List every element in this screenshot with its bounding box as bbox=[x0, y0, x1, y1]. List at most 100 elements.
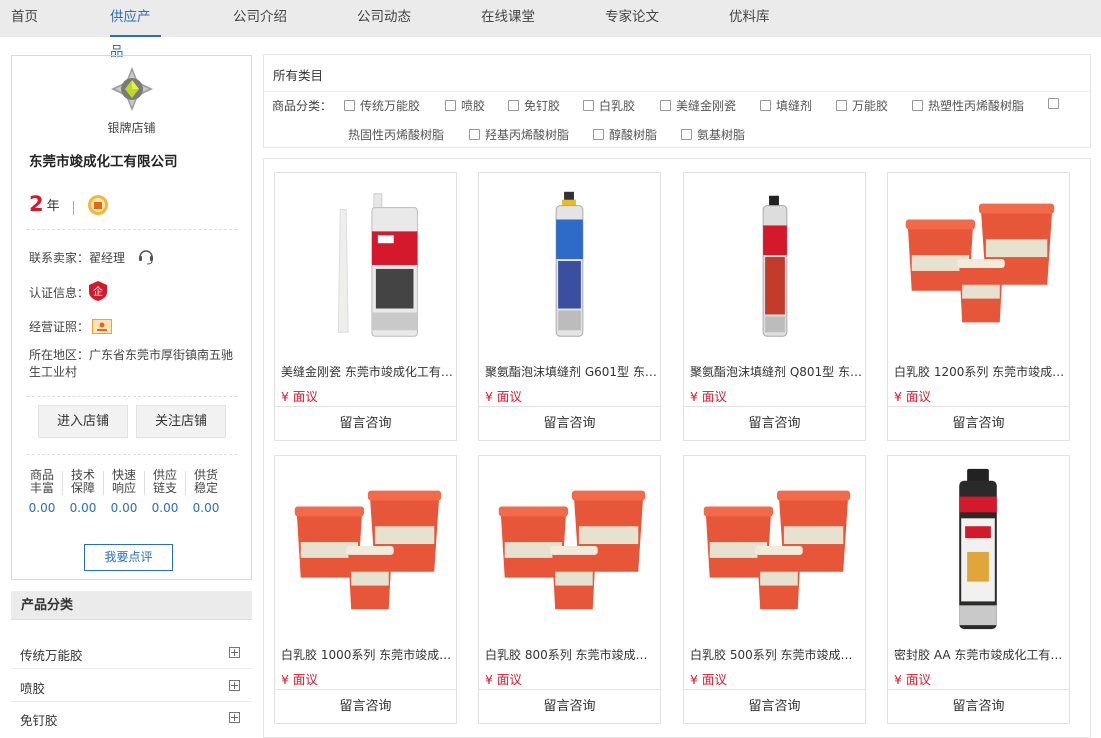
product-image-cartridge[interactable] bbox=[275, 173, 456, 355]
nav-home[interactable]: 首页 bbox=[11, 0, 38, 37]
product-image-buckets[interactable] bbox=[275, 456, 456, 638]
contact-name[interactable]: 翟经理 bbox=[89, 251, 125, 265]
product-title[interactable]: 白乳胶 1200系列 东莞市竣成化工有限公司 bbox=[894, 363, 1066, 380]
product-title[interactable]: 白乳胶 1000系列 东莞市竣成化工有限公司 bbox=[281, 646, 453, 663]
expand-plus-icon[interactable]: + bbox=[229, 647, 240, 658]
filter-option[interactable]: 氨基树脂 bbox=[681, 126, 745, 143]
filter-option[interactable]: 喷胶 bbox=[445, 97, 485, 114]
filter-option[interactable]: 醇酸树脂 bbox=[593, 126, 657, 143]
enterprise-cert-icon[interactable]: 企 bbox=[88, 280, 108, 302]
contact-row: 联系卖家：翟经理 bbox=[29, 249, 125, 266]
filter-option[interactable]: 热固性丙烯酸树脂 bbox=[348, 126, 444, 143]
checkbox[interactable] bbox=[593, 129, 604, 140]
nav-products[interactable]: 供应产品 bbox=[110, 0, 161, 60]
divider bbox=[144, 471, 145, 495]
nav-papers[interactable]: 专家论文 bbox=[605, 0, 659, 37]
inquiry-button[interactable]: 留言咨询 bbox=[479, 406, 660, 440]
expand-plus-icon[interactable]: + bbox=[229, 712, 240, 723]
product-image-spray-can[interactable] bbox=[888, 456, 1069, 638]
filter-option[interactable]: 万能胶 bbox=[836, 97, 888, 114]
product-price: ¥ 面议 bbox=[894, 672, 931, 687]
inquiry-button[interactable]: 留言咨询 bbox=[888, 689, 1069, 723]
filter-option[interactable]: 填缝剂 bbox=[760, 97, 812, 114]
metric-item: 技术 保障 0.00 bbox=[66, 469, 100, 515]
product-card[interactable]: 白乳胶 800系列 东莞市竣成化工有限公司 ¥ 面议 留言咨询 bbox=[478, 455, 661, 724]
inquiry-button[interactable]: 留言咨询 bbox=[479, 689, 660, 723]
merchant-badge-icon bbox=[88, 195, 108, 215]
category-label[interactable]: 免钉胶 bbox=[20, 710, 58, 729]
product-card[interactable]: 白乳胶 1000系列 东莞市竣成化工有限公司 ¥ 面议 留言咨询 bbox=[274, 455, 457, 724]
checkbox[interactable] bbox=[469, 129, 480, 140]
product-title[interactable]: 美缝金刚瓷 东莞市竣成化工有限公司 bbox=[281, 363, 453, 380]
product-price: ¥ 面议 bbox=[690, 389, 727, 404]
shop-level-label: 银牌店铺 bbox=[107, 121, 156, 135]
license-row: 经营证照： bbox=[29, 318, 89, 335]
inquiry-button[interactable]: 留言咨询 bbox=[888, 406, 1069, 440]
product-card[interactable]: 聚氨酯泡沫填缝剂 Q801型 东莞市竣成化工有限公司 ¥ 面议 留言咨询 bbox=[683, 172, 866, 441]
product-title[interactable]: 白乳胶 800系列 东莞市竣成化工有限公司 bbox=[485, 646, 657, 663]
checkbox[interactable] bbox=[760, 100, 771, 111]
cert-row: 认证信息： bbox=[29, 284, 89, 301]
checkbox[interactable] bbox=[836, 100, 847, 111]
filter-option[interactable]: 羟基丙烯酸树脂 bbox=[469, 126, 569, 143]
product-title[interactable]: 聚氨酯泡沫填缝剂 G601型 东莞市竣成化工有限公司 bbox=[485, 363, 657, 380]
metric-value: 0.00 bbox=[151, 501, 179, 515]
checkbox[interactable] bbox=[344, 100, 355, 111]
nav-about[interactable]: 公司介绍 bbox=[233, 0, 287, 37]
checkbox[interactable] bbox=[445, 100, 456, 111]
follow-shop-button[interactable]: 关注店铺 bbox=[136, 405, 226, 438]
product-price: ¥ 面议 bbox=[485, 389, 522, 404]
nav-courses[interactable]: 在线课堂 bbox=[481, 0, 535, 37]
product-card[interactable]: 白乳胶 1200系列 东莞市竣成化工有限公司 ¥ 面议 留言咨询 bbox=[887, 172, 1070, 441]
product-title[interactable]: 聚氨酯泡沫填缝剂 Q801型 东莞市竣成化工有限公司 bbox=[690, 363, 862, 380]
divider bbox=[27, 454, 237, 455]
filter-option[interactable]: 热塑性丙烯酸树脂 bbox=[912, 97, 1024, 114]
shop-name[interactable]: 东莞市竣成化工有限公司 bbox=[29, 150, 178, 170]
product-image-buckets[interactable] bbox=[479, 456, 660, 638]
category-item[interactable]: 免钉胶 + bbox=[11, 702, 252, 734]
checkbox[interactable] bbox=[508, 100, 519, 111]
product-title[interactable]: 密封胶 AA 东莞市竣成化工有限公司 bbox=[894, 646, 1066, 663]
enter-shop-button[interactable]: 进入店铺 bbox=[38, 405, 128, 438]
product-price: ¥ 面议 bbox=[690, 672, 727, 687]
inquiry-button[interactable]: 留言咨询 bbox=[684, 406, 865, 440]
filter-option[interactable]: 白乳胶 bbox=[583, 97, 635, 114]
product-price: ¥ 面议 bbox=[485, 672, 522, 687]
headset-icon[interactable] bbox=[137, 247, 155, 265]
product-card[interactable]: 聚氨酯泡沫填缝剂 G601型 东莞市竣成化工有限公司 ¥ 面议 留言咨询 bbox=[478, 172, 661, 441]
license-label: 经营证照： bbox=[29, 320, 90, 334]
checkbox[interactable] bbox=[583, 100, 594, 111]
category-item[interactable]: 传统万能胶 + bbox=[11, 637, 252, 669]
filter-option[interactable] bbox=[1048, 97, 1064, 111]
nav-news[interactable]: 公司动态 bbox=[357, 0, 411, 37]
inquiry-button[interactable]: 留言咨询 bbox=[275, 406, 456, 440]
checkbox[interactable] bbox=[660, 100, 671, 111]
category-item[interactable]: 喷胶 + bbox=[11, 670, 252, 702]
inquiry-button[interactable]: 留言咨询 bbox=[684, 689, 865, 723]
write-review-button[interactable]: 我要点评 bbox=[84, 544, 173, 571]
divider bbox=[27, 396, 237, 397]
metric-value: 0.00 bbox=[192, 501, 220, 515]
checkbox[interactable] bbox=[1048, 98, 1059, 109]
product-image-foam-red[interactable] bbox=[684, 173, 865, 355]
filter-option[interactable]: 免钉胶 bbox=[508, 97, 560, 114]
filter-option[interactable]: 美缝金刚瓷 bbox=[660, 97, 736, 114]
checkbox[interactable] bbox=[912, 100, 923, 111]
metric-value: 0.00 bbox=[69, 501, 97, 515]
nav-materials[interactable]: 优料库 bbox=[729, 0, 770, 37]
inquiry-button[interactable]: 留言咨询 bbox=[275, 689, 456, 723]
expand-plus-icon[interactable]: + bbox=[229, 680, 240, 691]
product-image-buckets[interactable] bbox=[888, 173, 1069, 355]
license-icon[interactable] bbox=[92, 319, 112, 334]
filter-option[interactable]: 传统万能胶 bbox=[344, 97, 420, 114]
category-label[interactable]: 喷胶 bbox=[20, 678, 45, 697]
product-title[interactable]: 白乳胶 500系列 东莞市竣成化工有限公司 bbox=[690, 646, 862, 663]
product-image-foam-blue[interactable] bbox=[479, 173, 660, 355]
checkbox[interactable] bbox=[681, 129, 692, 140]
product-card[interactable]: 白乳胶 500系列 东莞市竣成化工有限公司 ¥ 面议 留言咨询 bbox=[683, 455, 866, 724]
category-label[interactable]: 传统万能胶 bbox=[20, 645, 83, 664]
product-card[interactable]: 美缝金刚瓷 东莞市竣成化工有限公司 ¥ 面议 留言咨询 bbox=[274, 172, 457, 441]
product-image-buckets[interactable] bbox=[684, 456, 865, 638]
product-card[interactable]: 密封胶 AA 东莞市竣成化工有限公司 ¥ 面议 留言咨询 bbox=[887, 455, 1070, 724]
product-grid: 美缝金刚瓷 东莞市竣成化工有限公司 ¥ 面议 留言咨询 聚氨酯泡沫填缝剂 G60… bbox=[263, 158, 1091, 738]
